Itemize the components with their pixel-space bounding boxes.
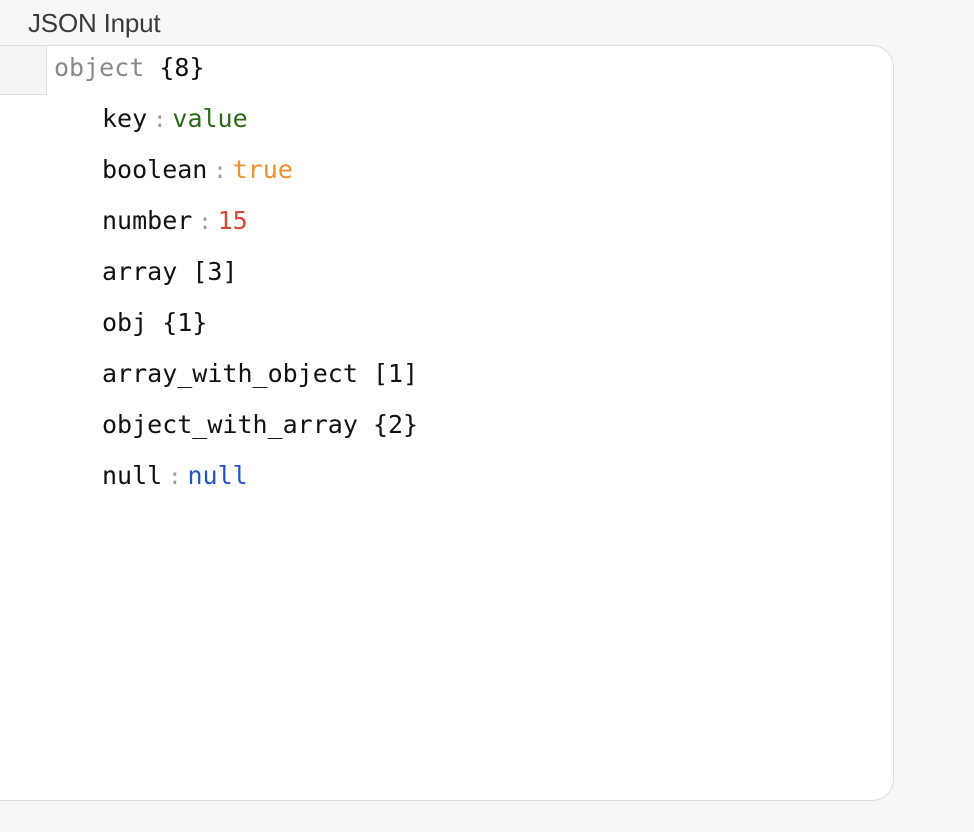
tree-value-string[interactable]: value bbox=[172, 104, 247, 133]
json-input-label: JSON Input bbox=[28, 8, 161, 38]
tree-key: null bbox=[102, 461, 163, 490]
tree-count: {1} bbox=[162, 308, 208, 337]
tree-count: [1] bbox=[372, 359, 419, 388]
tree-key: key bbox=[102, 104, 148, 133]
tree-key: object_with_array bbox=[102, 410, 358, 439]
root-type: object bbox=[54, 53, 145, 82]
tree-row-boolean[interactable]: boolean: true bbox=[102, 154, 293, 186]
tree-row-obj[interactable]: obj {1} bbox=[102, 307, 207, 339]
json-tree-editor[interactable]: object {8} key: value boolean: true number… bbox=[0, 45, 894, 801]
tree-value-number[interactable]: 15 bbox=[218, 206, 248, 235]
colon-separator: : bbox=[153, 108, 167, 133]
tree-row-null[interactable]: null: null bbox=[102, 460, 248, 492]
colon-separator: : bbox=[213, 159, 227, 184]
tree-row-key[interactable]: key: value bbox=[102, 103, 248, 135]
tree-count: {2} bbox=[372, 410, 419, 439]
tree-row-object-with-array[interactable]: object_with_array {2} bbox=[102, 409, 418, 441]
tree-key: obj bbox=[102, 308, 148, 337]
tree-count: [3] bbox=[192, 257, 238, 286]
tree-key: boolean bbox=[102, 155, 208, 184]
tree-key: array_with_object bbox=[102, 359, 358, 388]
tree-value-null[interactable]: null bbox=[187, 461, 247, 490]
tree-value-boolean[interactable]: true bbox=[233, 155, 293, 184]
tree-key: array bbox=[102, 257, 178, 286]
tree-row-number[interactable]: number:15 bbox=[102, 205, 248, 237]
tree-row-array-with-object[interactable]: array_with_object [1] bbox=[102, 358, 418, 390]
tree-row-array[interactable]: array [3] bbox=[102, 256, 237, 288]
gutter-corner bbox=[0, 46, 47, 95]
colon-separator: : bbox=[168, 465, 182, 490]
root-count: {8} bbox=[159, 53, 205, 82]
colon-separator: : bbox=[198, 210, 212, 235]
tree-root-row[interactable]: object {8} bbox=[54, 52, 205, 84]
tree-key: number bbox=[102, 206, 193, 235]
